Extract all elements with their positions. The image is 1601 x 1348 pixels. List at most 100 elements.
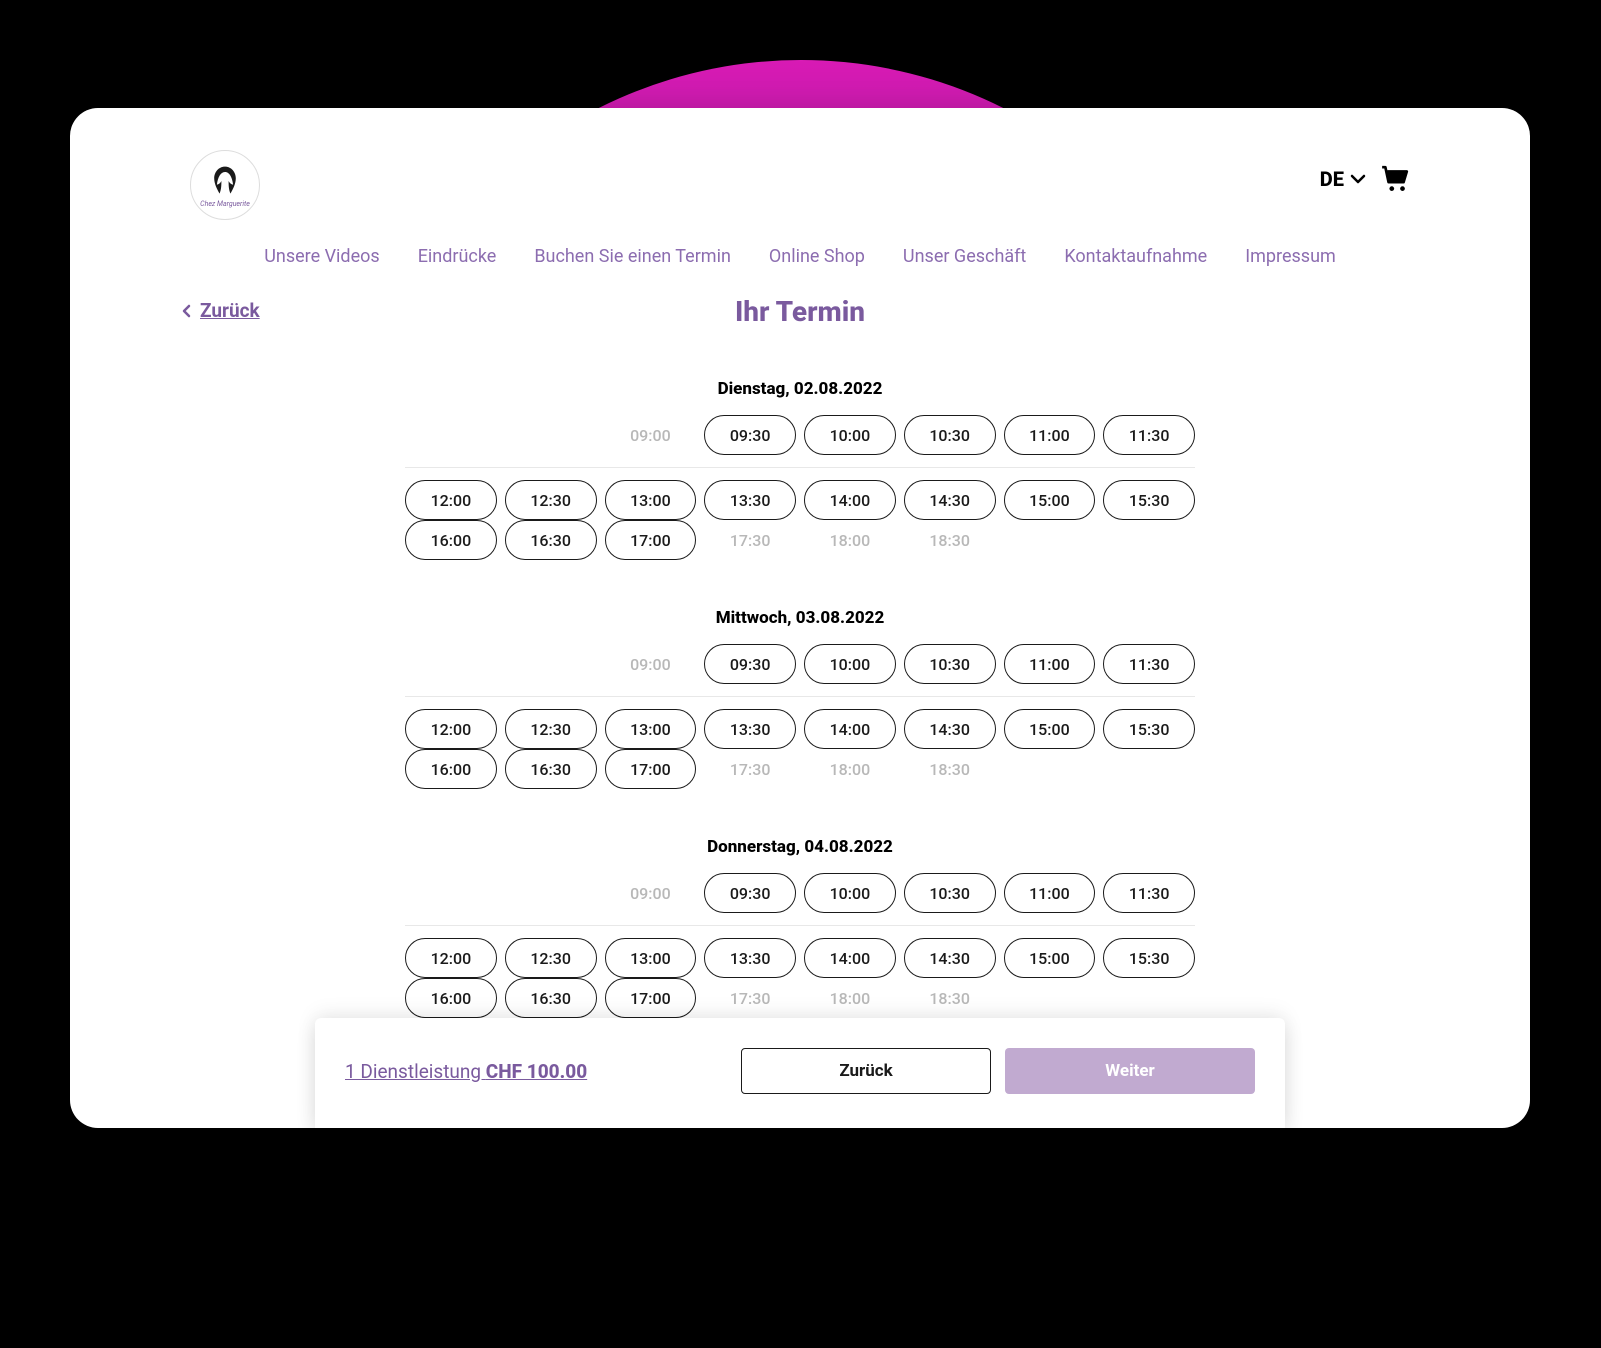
time-slot: 18:30 [904, 520, 996, 560]
time-slot[interactable]: 17:00 [605, 978, 697, 1018]
days-container: Dienstag, 02.08.202209:0009:3010:0010:30… [405, 379, 1195, 1018]
time-slot[interactable]: 10:00 [804, 873, 896, 913]
main-nav: Unsere Videos Eindrücke Buchen Sie einen… [190, 240, 1410, 295]
time-slot[interactable]: 12:00 [405, 480, 497, 520]
slot-row: 09:0009:3010:0010:3011:0011:30 [405, 415, 1195, 455]
chevron-left-icon [180, 304, 194, 318]
time-slot[interactable]: 15:00 [1004, 480, 1096, 520]
time-slot[interactable]: 11:30 [1103, 415, 1195, 455]
time-slot[interactable]: 10:00 [804, 415, 896, 455]
nav-shop[interactable]: Online Shop [769, 246, 865, 267]
divider [405, 696, 1195, 697]
slot-row: 12:0012:3013:0013:3014:0014:3015:0015:30 [405, 709, 1195, 749]
time-slot[interactable]: 16:30 [505, 978, 597, 1018]
time-slot[interactable]: 10:30 [904, 644, 996, 684]
day-block: Donnerstag, 04.08.2022 09:0009:3010:0010:… [405, 837, 1195, 1018]
time-slot[interactable]: 13:30 [704, 480, 796, 520]
time-slot: 17:30 [704, 749, 796, 789]
time-slot[interactable]: 14:30 [904, 709, 996, 749]
slot-row: 16:0016:3017:0017:3018:0018:30 [405, 520, 1195, 560]
back-link[interactable]: Zurück [180, 299, 260, 322]
time-slot[interactable]: 11:30 [1103, 644, 1195, 684]
back-button[interactable]: Zurück [741, 1048, 991, 1094]
time-slot[interactable]: 16:00 [405, 749, 497, 789]
time-slot[interactable]: 14:30 [904, 938, 996, 978]
app-window: Chez Marguerite DE Unsere Videos [70, 108, 1530, 1128]
time-slot[interactable]: 17:00 [605, 520, 697, 560]
time-slot: 09:00 [605, 644, 697, 684]
order-summary-link[interactable]: 1 Dienstleistung CHF 100.00 [345, 1060, 587, 1083]
time-slot[interactable]: 14:30 [904, 480, 996, 520]
time-slot: 09:00 [605, 873, 697, 913]
time-slot[interactable]: 11:30 [1103, 873, 1195, 913]
header: Chez Marguerite DE [190, 138, 1410, 240]
time-slot[interactable]: 11:00 [1004, 644, 1096, 684]
slot-row: 12:0012:3013:0013:3014:0014:3015:0015:30 [405, 480, 1195, 520]
slot-row: 12:0012:3013:0013:3014:0014:3015:0015:30 [405, 938, 1195, 978]
nav-videos[interactable]: Unsere Videos [264, 246, 379, 267]
time-slot[interactable]: 15:30 [1103, 480, 1195, 520]
time-slot[interactable]: 16:30 [505, 520, 597, 560]
summary-price: CHF 100.00 [486, 1060, 587, 1083]
day-block: Mittwoch, 03.08.2022 09:0009:3010:0010:30… [405, 608, 1195, 789]
logo-caption: Chez Marguerite [200, 200, 250, 208]
hair-logo-icon [207, 163, 243, 199]
time-slot[interactable]: 12:30 [505, 938, 597, 978]
time-slot[interactable]: 15:30 [1103, 709, 1195, 749]
page-title: Ihr Termin [735, 295, 865, 328]
day-label: Mittwoch, 03.08.2022 [405, 608, 1195, 628]
nav-geschaeft[interactable]: Unser Geschäft [903, 246, 1026, 267]
time-slot: 18:00 [804, 749, 896, 789]
time-slot[interactable]: 13:00 [605, 480, 697, 520]
time-slot[interactable]: 13:00 [605, 709, 697, 749]
time-slot[interactable]: 15:30 [1103, 938, 1195, 978]
next-button-label: Weiter [1105, 1061, 1154, 1081]
cart-icon[interactable] [1380, 164, 1410, 194]
time-slot[interactable]: 12:00 [405, 938, 497, 978]
time-slot[interactable]: 16:30 [505, 749, 597, 789]
time-slot: 18:30 [904, 749, 996, 789]
brand-logo[interactable]: Chez Marguerite [190, 150, 260, 220]
time-slot[interactable]: 10:30 [904, 415, 996, 455]
time-slot[interactable]: 14:00 [804, 938, 896, 978]
slot-row: 09:0009:3010:0010:3011:0011:30 [405, 873, 1195, 913]
summary-prefix: 1 Dienstleistung [345, 1060, 486, 1083]
time-slot[interactable]: 16:00 [405, 520, 497, 560]
time-slot[interactable]: 11:00 [1004, 415, 1096, 455]
time-slot[interactable]: 14:00 [804, 709, 896, 749]
time-slot[interactable]: 16:00 [405, 978, 497, 1018]
time-slot[interactable]: 15:00 [1004, 938, 1096, 978]
time-slot: 18:00 [804, 978, 896, 1018]
time-slot: 18:00 [804, 520, 896, 560]
time-slot[interactable]: 13:30 [704, 938, 796, 978]
nav-eindruecke[interactable]: Eindrücke [418, 246, 497, 267]
time-slot[interactable]: 10:00 [804, 644, 896, 684]
nav-buchen[interactable]: Buchen Sie einen Termin [534, 246, 731, 267]
time-slot[interactable]: 09:30 [704, 644, 796, 684]
nav-impressum[interactable]: Impressum [1245, 246, 1336, 267]
nav-kontakt[interactable]: Kontaktaufnahme [1064, 246, 1207, 267]
time-slot[interactable]: 12:00 [405, 709, 497, 749]
time-slot[interactable]: 15:00 [1004, 709, 1096, 749]
time-slot[interactable]: 09:30 [704, 415, 796, 455]
slot-row: 16:0016:3017:0017:3018:0018:30 [405, 749, 1195, 789]
time-slot[interactable]: 09:30 [704, 873, 796, 913]
time-slot: 17:30 [704, 520, 796, 560]
page-topbar: Zurück Ihr Termin [190, 295, 1410, 339]
time-slot[interactable]: 10:30 [904, 873, 996, 913]
time-slot: 18:30 [904, 978, 996, 1018]
time-slot[interactable]: 11:00 [1004, 873, 1096, 913]
time-slot[interactable]: 14:00 [804, 480, 896, 520]
next-button[interactable]: Weiter [1005, 1048, 1255, 1094]
back-link-label: Zurück [200, 299, 260, 322]
footer-bar: 1 Dienstleistung CHF 100.00 Zurück Weite… [315, 1018, 1285, 1128]
slot-row: 09:0009:3010:0010:3011:0011:30 [405, 644, 1195, 684]
time-slot[interactable]: 12:30 [505, 709, 597, 749]
slot-row: 16:0016:3017:0017:3018:0018:30 [405, 978, 1195, 1018]
time-slot[interactable]: 17:00 [605, 749, 697, 789]
time-slot[interactable]: 12:30 [505, 480, 597, 520]
time-slot[interactable]: 13:30 [704, 709, 796, 749]
time-slot[interactable]: 13:00 [605, 938, 697, 978]
language-selector[interactable]: DE [1320, 167, 1366, 191]
day-label: Donnerstag, 04.08.2022 [405, 837, 1195, 857]
